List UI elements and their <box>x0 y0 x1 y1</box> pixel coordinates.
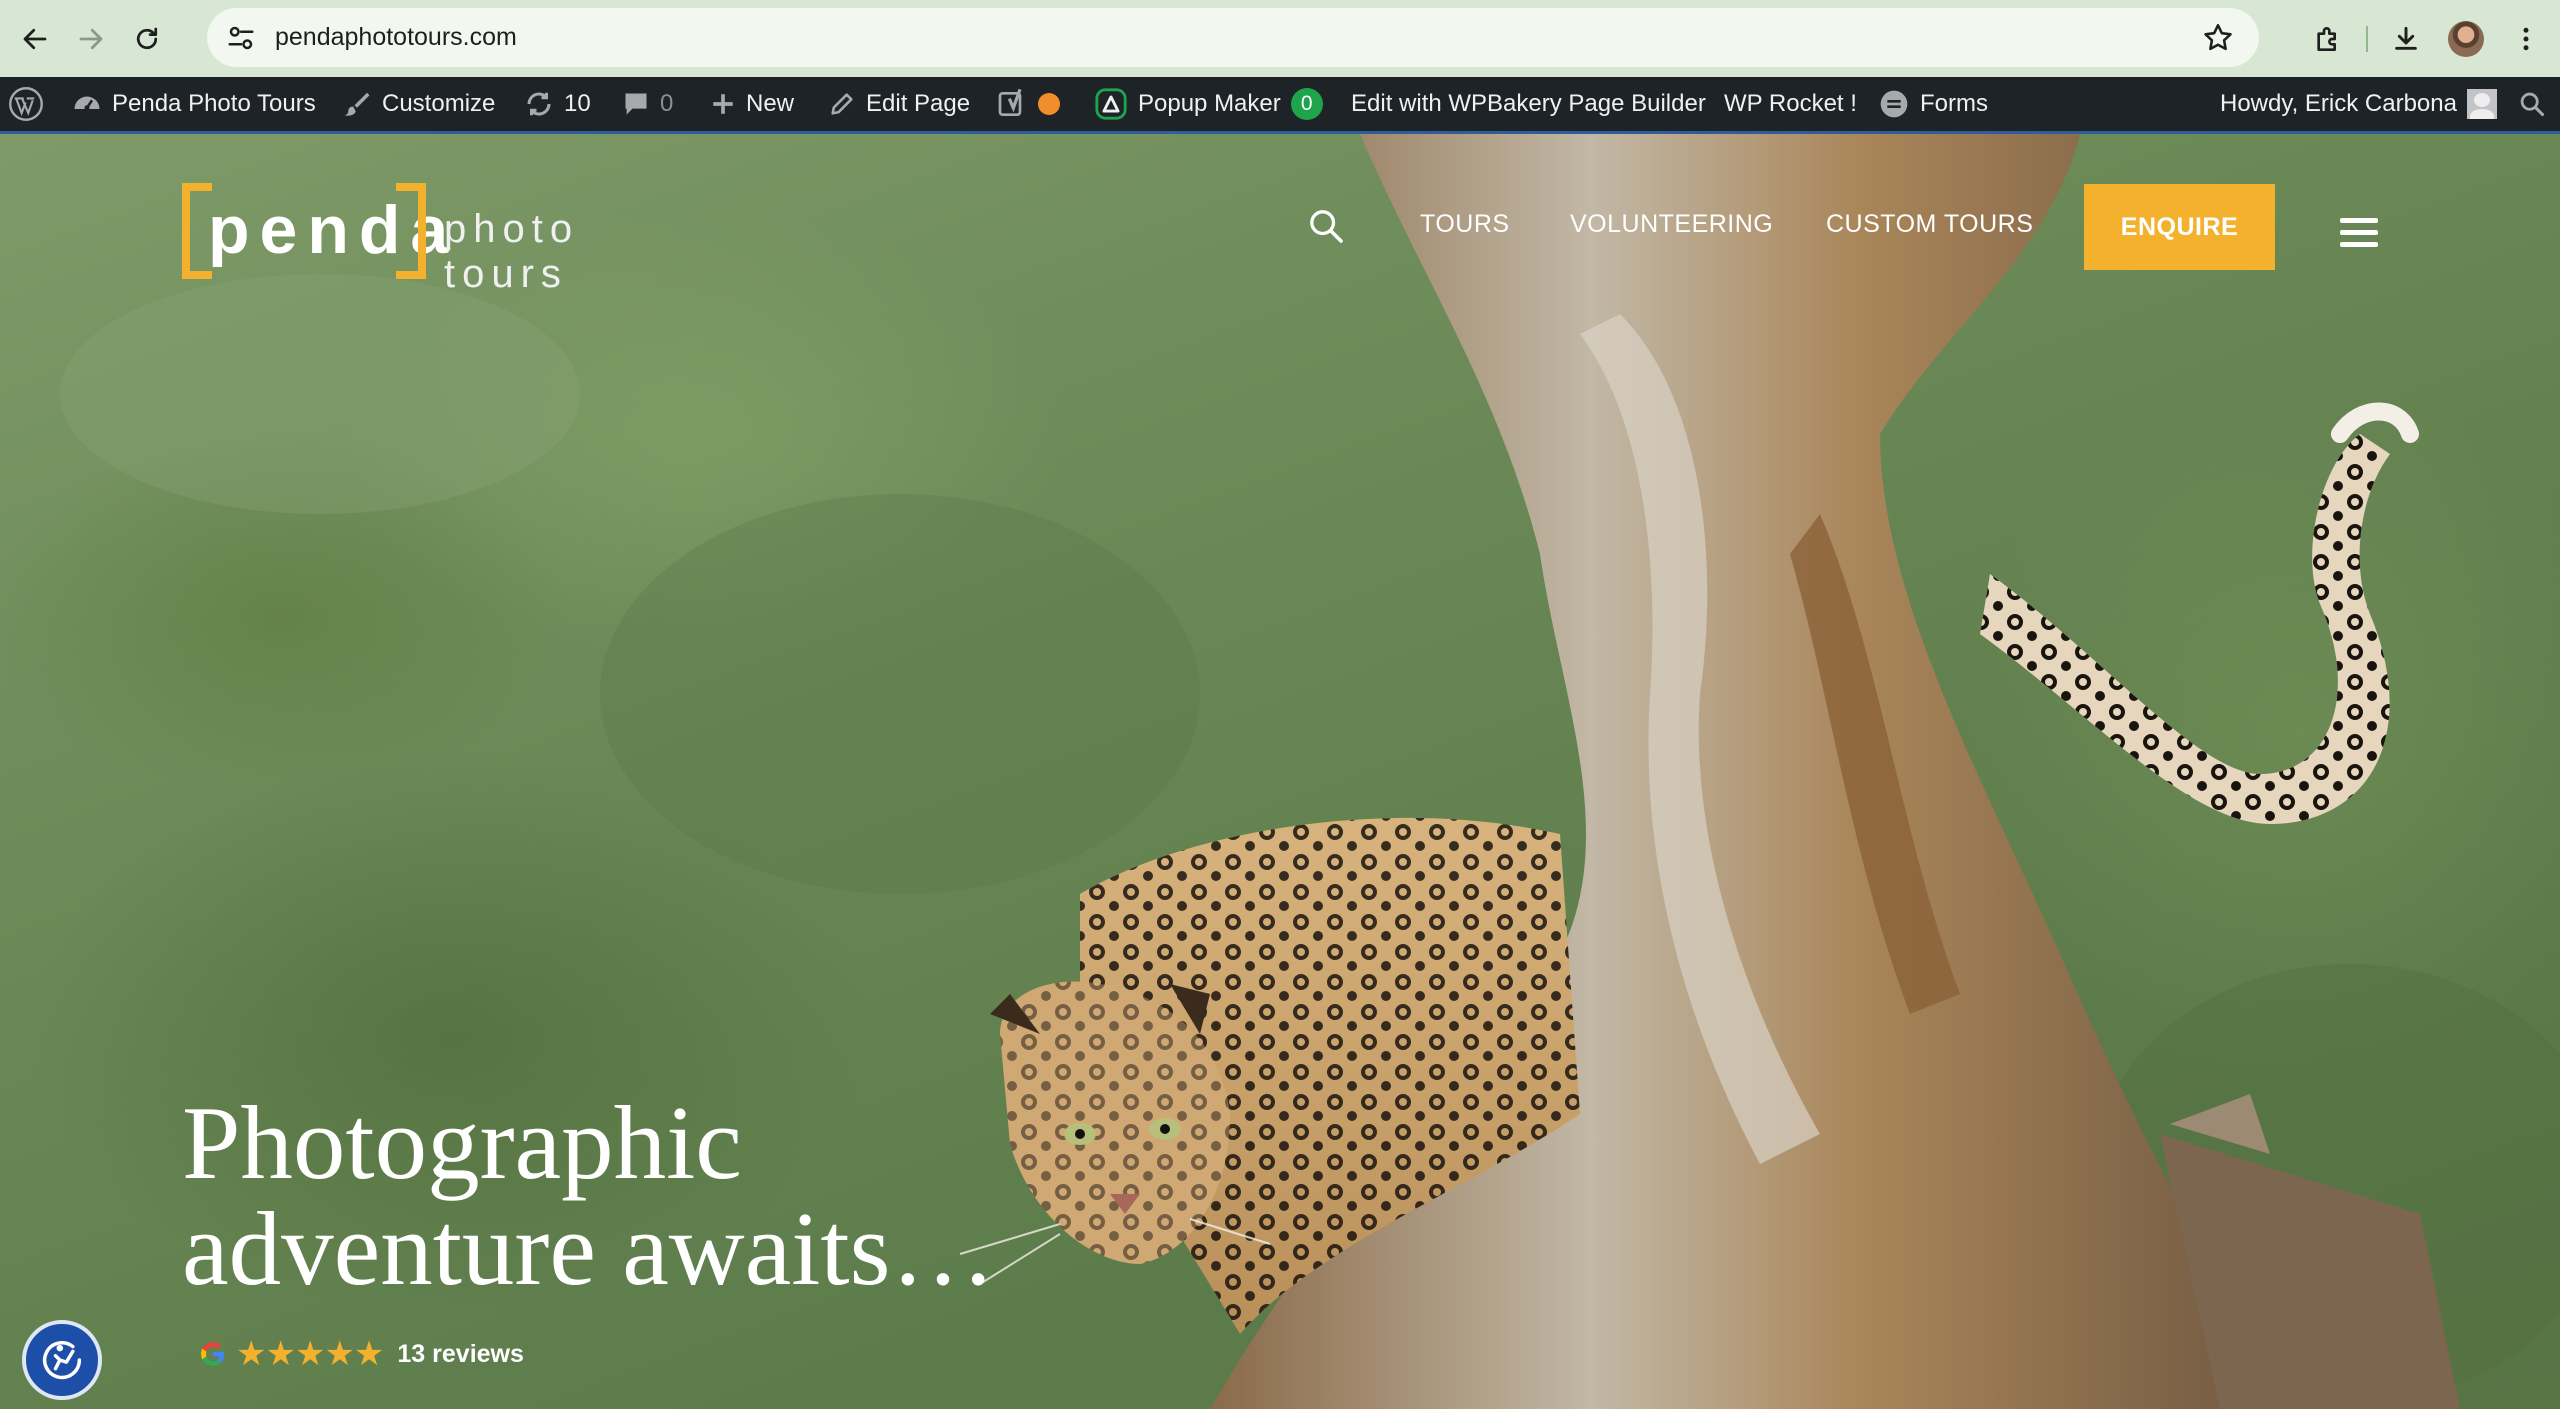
google-icon <box>201 1342 225 1366</box>
search-icon[interactable] <box>1306 206 1346 246</box>
edit-page-label: Edit Page <box>866 90 971 117</box>
arrow-right-icon <box>79 28 103 49</box>
rating-stars: ★★★★★ <box>236 1335 384 1373</box>
customize-link[interactable]: Customize <box>342 77 495 131</box>
profile-avatar <box>2448 20 2484 57</box>
search-icon <box>2520 92 2545 117</box>
yoast-seo-icon <box>998 88 1022 116</box>
admin-search-button[interactable] <box>2518 77 2546 131</box>
popup-maker-label: Popup Maker <box>1138 90 1281 117</box>
hero-section: penda photo tours TOURS VOLUNTEERING CUS… <box>0 134 2560 1409</box>
puzzle-icon <box>2317 26 2336 51</box>
my-account-menu[interactable]: Howdy, Erick Carbona <box>2220 77 2497 131</box>
popup-maker-menu[interactable]: Popup Maker 0 <box>1094 77 1323 131</box>
wpbakery-label: Edit with WPBakery Page Builder <box>1351 90 1706 117</box>
updates-count: 10 <box>564 90 591 117</box>
comments-count: 0 <box>660 90 674 117</box>
reload-icon <box>136 27 158 49</box>
reload-button[interactable] <box>119 11 175 67</box>
wp-rocket-label: WP Rocket ! <box>1724 90 1857 117</box>
popup-maker-icon <box>1095 88 1127 120</box>
site-name-link[interactable]: Penda Photo Tours <box>72 77 316 131</box>
wp-rocket-menu[interactable]: WP Rocket ! <box>1724 77 1857 131</box>
dashboard-icon <box>74 96 100 111</box>
nav-link-custom-tours[interactable]: CUSTOM TOURS <box>1826 210 2033 239</box>
arrow-left-icon <box>23 28 47 49</box>
hero-heading: Photographic adventure awaits… <box>182 1090 1082 1302</box>
download-icon <box>2395 26 2417 50</box>
plus-icon <box>713 94 733 114</box>
toolbar-divider <box>2366 25 2368 52</box>
comment-icon <box>625 93 647 115</box>
wordpress-logo-menu[interactable] <box>8 77 44 131</box>
address-bar[interactable]: pendaphototours.com <box>207 8 2259 67</box>
popup-maker-count-badge: 0 <box>1290 88 1323 120</box>
reviews-count: 13 reviews <box>397 1339 524 1368</box>
url-text[interactable]: pendaphototours.com <box>275 23 517 52</box>
tune-icon <box>228 26 254 49</box>
forms-menu[interactable]: Forms <box>1878 77 1988 131</box>
new-label: New <box>746 90 795 117</box>
chrome-menu-button[interactable] <box>2496 9 2556 69</box>
wordpress-icon <box>9 87 43 121</box>
profile-button[interactable] <box>2436 9 2496 69</box>
hero-heading-line-2: adventure awaits… <box>182 1190 996 1307</box>
seo-menu[interactable] <box>996 77 1060 131</box>
customize-label: Customize <box>382 90 496 117</box>
hamburger-menu-icon[interactable] <box>2340 218 2380 248</box>
hero-heading-line-1: Photographic <box>182 1084 742 1201</box>
site-info-button[interactable] <box>213 10 269 66</box>
bookmark-star-icon[interactable] <box>2201 21 2235 55</box>
edit-page-link[interactable]: Edit Page <box>828 77 970 131</box>
updates-icon <box>527 92 551 116</box>
extensions-button[interactable] <box>2298 9 2358 69</box>
wpbakery-link[interactable]: Edit with WPBakery Page Builder <box>1351 77 1706 131</box>
nav-link-tours[interactable]: TOURS <box>1420 210 1510 239</box>
wp-admin-bar: Penda Photo Tours Customize 10 0 New Edi… <box>0 77 2560 134</box>
enquire-button[interactable]: ENQUIRE <box>2084 184 2275 270</box>
new-content-link[interactable]: New <box>710 77 794 131</box>
forms-label: Forms <box>1920 90 1988 117</box>
user-avatar <box>2466 89 2497 119</box>
accessibility-icon <box>42 1341 82 1380</box>
site-name-label: Penda Photo Tours <box>112 90 316 117</box>
comments-link[interactable]: 0 <box>622 77 673 131</box>
howdy-label: Howdy, Erick Carbona <box>2220 90 2457 117</box>
seo-status-dot <box>1038 93 1060 115</box>
paintbrush-icon <box>344 92 370 116</box>
updates-link[interactable]: 10 <box>524 77 591 131</box>
nav-link-volunteering[interactable]: VOLUNTEERING <box>1570 210 1773 239</box>
downloads-button[interactable] <box>2376 9 2436 69</box>
google-reviews-widget[interactable]: ★★★★★ 13 reviews <box>198 1334 524 1374</box>
back-button[interactable] <box>7 11 63 67</box>
forward-button[interactable] <box>63 11 119 67</box>
browser-toolbar: pendaphototours.com <box>0 0 2560 77</box>
forms-icon <box>1880 90 1908 118</box>
kebab-menu-icon <box>2523 27 2529 50</box>
accessibility-widget-button[interactable] <box>22 1320 102 1400</box>
pencil-icon <box>831 93 853 115</box>
